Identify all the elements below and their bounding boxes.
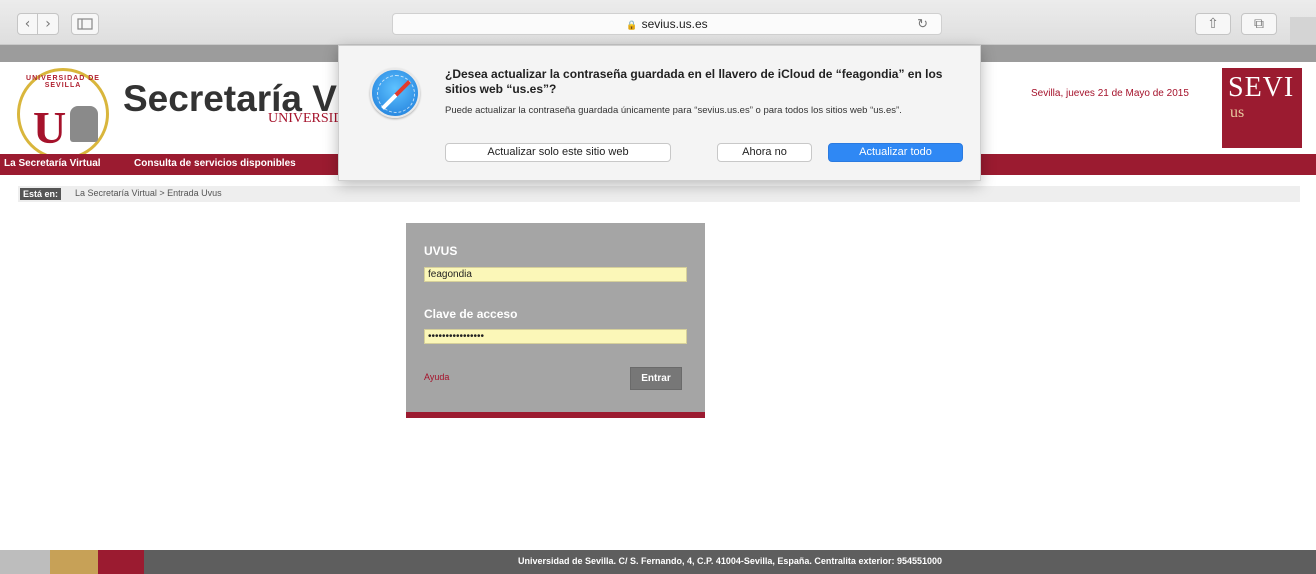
sevius-logo: SEVI us [1222,68,1302,148]
show-tabs-button[interactable]: ⧉ [1241,13,1277,35]
sidebar-toggle-button[interactable] [71,13,99,35]
password-update-dialog: ¿Desea actualizar la contraseña guardada… [338,45,981,181]
safari-compass-icon [370,68,420,118]
login-button[interactable]: Entrar [630,367,682,390]
sidebar-icon [77,18,93,30]
share-button[interactable]: ⇧ [1195,13,1231,35]
url-text: sevius.us.es [641,17,708,31]
footer-address: Universidad de Sevilla. C/ S. Fernando, … [517,556,943,566]
password-label: Clave de acceso [424,307,518,321]
new-tab-button[interactable] [1290,17,1316,44]
seal-letter: U [33,102,67,153]
seal-ring-text: UNIVERSIDAD DE SEVILLA [26,75,100,89]
dialog-title: ¿Desea actualizar la contraseña guardada… [445,67,943,96]
back-button[interactable]: ‹ [17,13,38,35]
footer-block-gold [50,550,98,574]
current-date: Sevilla, jueves 21 de Mayo de 2015 [1031,88,1189,99]
sevius-logo-us: us [1230,104,1245,121]
login-panel-accent [406,412,705,418]
nav-item-servicios[interactable]: Consulta de servicios disponibles [134,158,296,169]
nav-item-secretaria[interactable]: La Secretaría Virtual [4,158,101,169]
site-subtitle: UNIVERSID [268,111,344,126]
university-seal-logo: UNIVERSIDAD DE SEVILLA U [17,68,109,160]
seal-figure [70,106,98,142]
chevron-left-icon: ‹ [24,16,31,32]
breadcrumb: Está en: La Secretaría Virtual > Entrada… [18,186,1300,202]
login-panel: UVUS feagondia Clave de acceso •••••••••… [406,223,705,418]
uvus-input[interactable]: feagondia [424,267,687,282]
breadcrumb-badge: Está en: [20,188,62,200]
update-this-site-button[interactable]: Actualizar solo este sitio web [445,143,671,162]
password-input[interactable]: •••••••••••••••• [424,329,687,344]
dialog-body: Puede actualizar la contraseña guardada … [445,105,902,116]
reload-icon[interactable]: ↻ [917,16,928,32]
update-all-button[interactable]: Actualizar todo [828,143,963,162]
not-now-button[interactable]: Ahora no [717,143,812,162]
sevius-logo-text: SEVI [1228,72,1295,103]
forward-button[interactable]: › [38,13,59,35]
address-bar[interactable]: 🔒 sevius.us.es ↻ [392,13,942,35]
breadcrumb-path[interactable]: La Secretaría Virtual > Entrada Uvus [75,188,222,198]
footer-block-grey [0,550,50,574]
share-icon: ⇧ [1207,16,1219,32]
browser-toolbar: ‹ › 🔒 sevius.us.es ↻ ⇧ ⧉ [0,0,1316,45]
help-link[interactable]: Ayuda [424,372,449,382]
footer-block-red [98,550,144,574]
site-footer: Universidad de Sevilla. C/ S. Fernando, … [0,550,1316,574]
lock-icon: 🔒 [626,20,638,30]
tabs-icon: ⧉ [1254,16,1264,32]
uvus-label: UVUS [424,244,458,258]
chevron-right-icon: › [45,16,51,32]
